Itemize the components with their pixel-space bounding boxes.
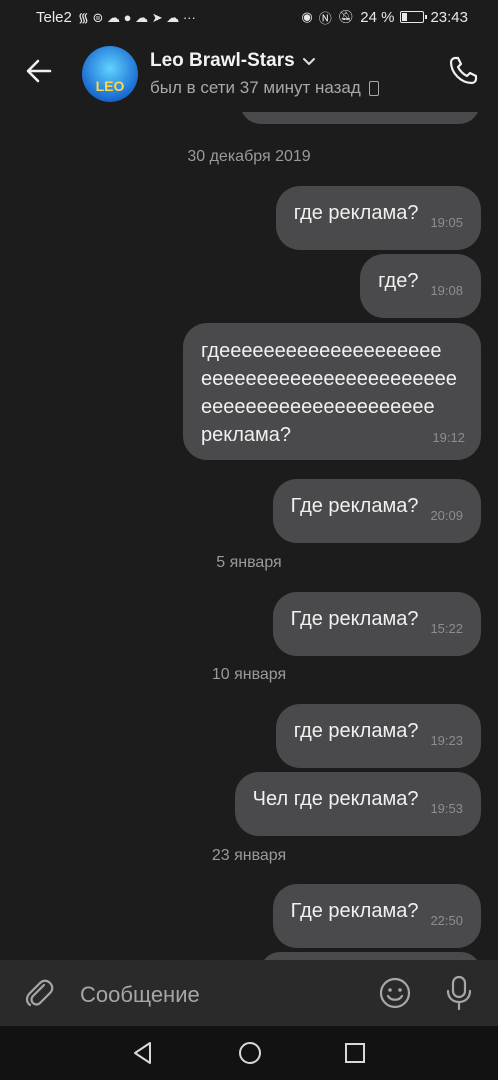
message-list[interactable]: 30 декабря 2019 где реклама? 19:05 где? 19… — [0, 112, 498, 960]
status-bar-right: ◉ Ⓝ 🔕︎ 24 % 23:43 — [301, 8, 468, 27]
message-text: Где реклама? — [290, 495, 419, 517]
message-text: где? — [378, 270, 419, 292]
system-navigation-bar — [0, 1026, 498, 1080]
mute-bell-icon: 🔕︎ — [337, 9, 355, 24]
notification-icons: ᯾ ⊜ ☁ ● ☁ ➤ ☁ ··· — [77, 10, 196, 25]
carrier-label: Tele2 — [36, 8, 72, 26]
message-bubble[interactable]: где? 19:08 — [360, 254, 481, 318]
message-text: где реклама? — [293, 202, 419, 224]
message-time: 22:50 — [430, 913, 463, 928]
message-bubble[interactable]: где реклама? 19:05 — [275, 186, 481, 250]
message-text-line: реклама? — [201, 424, 292, 446]
date-separator: 10 января — [211, 666, 287, 683]
message-time: 19:12 — [432, 430, 465, 445]
avatar-text: LEO — [95, 78, 125, 94]
message-composer: Сообщение — [0, 960, 498, 1026]
triangle-back-icon[interactable] — [130, 1040, 156, 1066]
battery-level — [402, 13, 408, 21]
arrow-left-icon[interactable] — [22, 54, 56, 88]
message-time: 15:22 — [430, 621, 463, 636]
battery-percent: 24 % — [360, 8, 395, 26]
microphone-icon[interactable] — [444, 974, 474, 1012]
paperclip-icon[interactable] — [22, 976, 56, 1010]
status-bar: Tele2 ᯾ ⊜ ☁ ● ☁ ➤ ☁ ··· ◉ Ⓝ 🔕︎ 24 % 23:4… — [0, 0, 498, 34]
date-separator: 30 декабря 2019 — [187, 148, 311, 165]
message-time: 19:23 — [430, 733, 463, 748]
status-bar-left: Tele2 ᯾ ⊜ ☁ ● ☁ ➤ ☁ ··· — [36, 8, 196, 26]
circle-home-icon[interactable] — [237, 1040, 263, 1066]
clock: 23:43 — [430, 8, 468, 26]
message-text-line: еееееееееееееееееееееее — [201, 368, 457, 390]
message-time: 19:08 — [430, 283, 463, 298]
last-seen-row: был в сети 37 минут назад — [150, 78, 379, 98]
message-bubble[interactable]: гдееееееееееееееееееее еееееееееееееееее… — [183, 323, 481, 460]
contact-name: Leo Brawl-Stars — [150, 50, 295, 71]
message-text-line: еееееееееееееееееееее — [201, 396, 435, 418]
eye-icon: ◉ — [301, 9, 313, 24]
message-time: 19:53 — [430, 801, 463, 816]
date-separator: 23 января — [211, 847, 287, 864]
chevron-down-icon — [302, 58, 315, 66]
message-bubble-partial[interactable] — [240, 112, 480, 124]
battery-icon — [400, 11, 428, 23]
smiley-icon[interactable] — [378, 976, 412, 1010]
message-bubble-partial[interactable] — [260, 952, 481, 960]
message-text: Чел где реклама? — [252, 788, 419, 810]
contact-name-row[interactable]: Leo Brawl-Stars — [150, 50, 317, 72]
message-text: Где реклама? — [290, 608, 419, 630]
message-bubble[interactable]: Чел где реклама? 19:53 — [234, 772, 481, 836]
message-text: Где реклама? — [290, 900, 419, 922]
last-seen-text: был в сети 37 минут назад — [150, 78, 361, 97]
phone-icon[interactable] — [446, 54, 480, 88]
message-time: 20:09 — [430, 508, 463, 523]
message-time: 19:05 — [430, 215, 463, 230]
chat-header: LEO Leo Brawl-Stars был в сети 37 минут … — [0, 34, 498, 112]
date-separator: 5 января — [216, 554, 282, 571]
message-text-line: гдееееееееееееееееееее — [201, 340, 442, 362]
avatar[interactable]: LEO — [82, 46, 138, 102]
nfc-icon: Ⓝ — [318, 10, 332, 26]
mobile-device-icon — [368, 80, 379, 96]
square-recent-icon[interactable] — [343, 1041, 367, 1065]
message-bubble[interactable]: Где реклама? 20:09 — [272, 479, 481, 543]
message-bubble[interactable]: Где реклама? 22:50 — [272, 884, 481, 948]
message-input[interactable]: Сообщение — [80, 982, 200, 1008]
message-bubble[interactable]: Где реклама? 15:22 — [272, 592, 481, 656]
message-text: где реклама? — [293, 720, 419, 742]
message-bubble[interactable]: где реклама? 19:23 — [275, 704, 481, 768]
